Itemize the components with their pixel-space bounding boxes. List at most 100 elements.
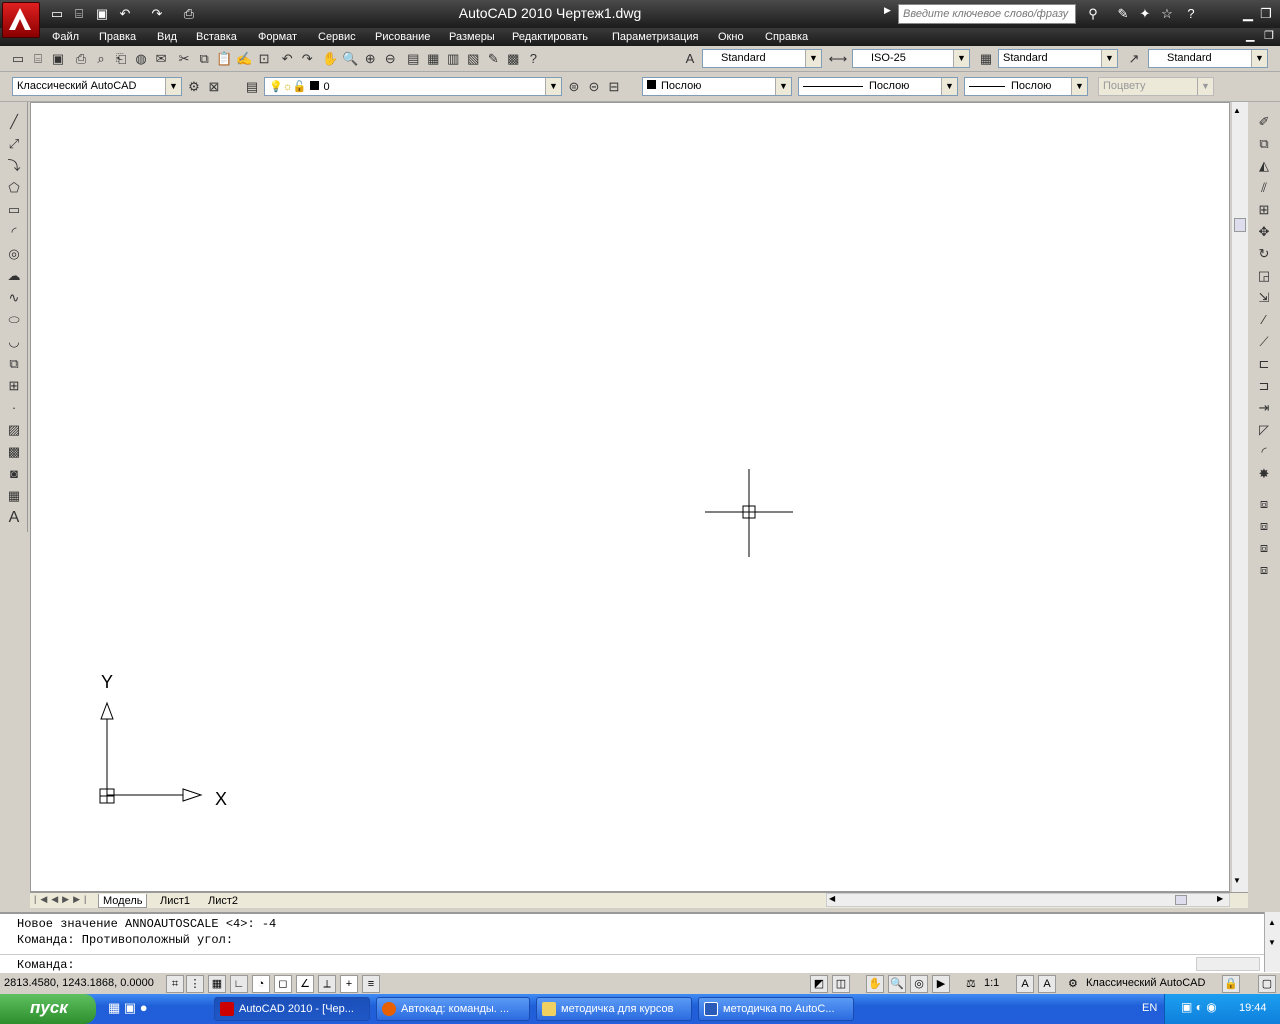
menu-edit[interactable]: Правка	[99, 30, 136, 44]
infer-constraints-toggle[interactable]: ⌗	[166, 975, 184, 993]
fillet-icon[interactable]: ◜	[1254, 442, 1274, 462]
redo-icon[interactable]: ↷	[297, 49, 317, 69]
search-input[interactable]: Введите ключевое слово/фразу	[898, 4, 1076, 24]
draworder-above-icon[interactable]: ⧈	[1254, 538, 1274, 558]
color-select[interactable]: Послою ▼	[642, 77, 792, 96]
zoom-window-icon[interactable]: ⊕	[360, 49, 380, 69]
line-icon[interactable]: ╱	[4, 112, 24, 132]
scroll-left-icon[interactable]: ◀	[829, 894, 835, 903]
break-icon[interactable]: ⊐	[1254, 376, 1274, 396]
join-icon[interactable]: ⇥	[1254, 398, 1274, 418]
help-icon[interactable]: ?	[1180, 4, 1202, 24]
doc-restore-button[interactable]: ❐	[1264, 29, 1274, 42]
make-current-layer-icon[interactable]: ⊜	[564, 77, 584, 97]
osnap-toggle[interactable]: ◻	[274, 975, 292, 993]
coordinates-display[interactable]: 2813.4580, 1243.1868, 0.0000	[4, 977, 154, 989]
make-block-icon[interactable]: ⊞	[4, 376, 24, 396]
linetype-select[interactable]: Послою ▼	[798, 77, 958, 96]
markup-icon[interactable]: ✎	[483, 49, 503, 69]
rotate-icon[interactable]: ↻	[1254, 244, 1274, 264]
otrack-toggle[interactable]: ∠	[296, 975, 314, 993]
menu-insert[interactable]: Вставка	[196, 30, 237, 44]
task-word[interactable]: методичка по AutoC...	[698, 997, 854, 1021]
restore-button[interactable]: ❐	[1258, 4, 1274, 24]
ellipse-icon[interactable]: ⬭	[4, 310, 24, 330]
qnew-icon[interactable]: ▭	[8, 49, 28, 69]
trim-icon[interactable]: ⁄	[1254, 310, 1274, 330]
gradient-icon[interactable]: ▩	[4, 442, 24, 462]
properties-icon[interactable]: ▤	[403, 49, 423, 69]
command-prompt[interactable]: Команда:	[17, 958, 75, 972]
region-icon[interactable]: ◙	[4, 464, 24, 484]
hscroll-thumb[interactable]	[1175, 895, 1187, 905]
task-folder[interactable]: методичка для курсов	[536, 997, 692, 1021]
undo-icon[interactable]: ↶	[116, 5, 134, 23]
quick-launch[interactable]: ▦ ▣ ●	[108, 1000, 148, 1016]
workspace-select[interactable]: Классический AutoCAD ▼	[12, 77, 182, 96]
3d-publish-icon[interactable]: ◍	[131, 49, 151, 69]
communication-icon[interactable]: ✎	[1112, 4, 1134, 24]
menu-view[interactable]: Вид	[157, 30, 177, 44]
dim-style-select[interactable]: ISO-25 ▼	[852, 49, 970, 68]
scroll-up-icon[interactable]: ▲	[1233, 106, 1241, 115]
vertical-scrollbar[interactable]: ▲ ▼	[1231, 102, 1248, 892]
table-style-select[interactable]: Standard ▼	[998, 49, 1118, 68]
save-icon[interactable]: ▣	[48, 49, 68, 69]
workspace-save-icon[interactable]: ⊠	[204, 77, 224, 97]
layer-states-icon[interactable]: ⊟	[604, 77, 624, 97]
toolbar-lock-icon[interactable]: 🔒	[1222, 975, 1240, 993]
erase-icon[interactable]: ✐	[1254, 112, 1274, 132]
layer-select[interactable]: 💡☼🔓 0 ▼	[264, 77, 562, 96]
task-autocad[interactable]: AutoCAD 2010 - [Чер...	[214, 997, 370, 1021]
zoom-icon[interactable]: 🔍	[888, 975, 906, 993]
draworder-front-icon[interactable]: ⧈	[1254, 494, 1274, 514]
polygon-icon[interactable]: ⬠	[4, 178, 24, 198]
sheet-set-icon[interactable]: ▧	[463, 49, 483, 69]
annotation-scale[interactable]: 1:1	[984, 977, 999, 989]
explode-icon[interactable]: ✸	[1254, 464, 1274, 484]
pan-icon[interactable]: ✋	[320, 49, 340, 69]
extend-icon[interactable]: ⟋	[1254, 332, 1274, 352]
preview-icon[interactable]: ⌕	[91, 49, 111, 69]
steering-wheel-icon[interactable]: ◎	[910, 975, 928, 993]
ducs-toggle[interactable]: ⟂	[318, 975, 336, 993]
spline-icon[interactable]: ∿	[4, 288, 24, 308]
save-icon[interactable]: ▣	[93, 5, 111, 23]
publish-icon[interactable]: ⎗	[111, 49, 131, 69]
expand-search-icon[interactable]: ▶	[884, 5, 896, 23]
model-space-icon[interactable]: ◩	[810, 975, 828, 993]
quickcalc-icon[interactable]: ▩	[503, 49, 523, 69]
undo-icon[interactable]: ↶	[277, 49, 297, 69]
autoscale-icon[interactable]: A	[1038, 975, 1056, 993]
menu-modify[interactable]: Редактировать	[512, 30, 588, 44]
minimize-button[interactable]: ▁	[1240, 4, 1256, 24]
dyn-toggle[interactable]: +	[340, 975, 358, 993]
help-icon[interactable]: ?	[523, 49, 543, 69]
draworder-back-icon[interactable]: ⧈	[1254, 516, 1274, 536]
mtext-icon[interactable]: A	[4, 508, 24, 528]
scroll-right-icon[interactable]: ▶	[1217, 894, 1223, 903]
start-button[interactable]: пуск	[0, 994, 96, 1024]
command-scrollbar[interactable]: ▲ ▼	[1264, 912, 1280, 972]
design-center-icon[interactable]: ▦	[423, 49, 443, 69]
chamfer-icon[interactable]: ◸	[1254, 420, 1274, 440]
cut-icon[interactable]: ✂	[174, 49, 194, 69]
matchprop-icon[interactable]: ✍	[234, 49, 254, 69]
open-icon[interactable]: ⌸	[70, 5, 88, 23]
scale-icon[interactable]: ◲	[1254, 266, 1274, 286]
menu-format[interactable]: Формат	[258, 30, 297, 44]
app-menu-button[interactable]	[2, 2, 40, 38]
zoom-realtime-icon[interactable]: 🔍	[340, 49, 360, 69]
offset-icon[interactable]: ⫽	[1254, 178, 1274, 198]
lineweight-toggle[interactable]: ≡	[362, 975, 380, 993]
tab-layout1[interactable]: Лист1	[156, 894, 194, 908]
copy-icon[interactable]: ⧉	[194, 49, 214, 69]
text-style-select[interactable]: Standard ▼	[702, 49, 822, 68]
construction-line-icon[interactable]: ⤢	[4, 134, 24, 154]
binoculars-icon[interactable]: ⚲	[1082, 4, 1104, 24]
mleader-style-select[interactable]: Standard ▼	[1148, 49, 1268, 68]
grid-toggle[interactable]: ▦	[208, 975, 226, 993]
copy-object-icon[interactable]: ⧉	[1254, 134, 1274, 154]
break-at-point-icon[interactable]: ⊏	[1254, 354, 1274, 374]
paste-icon[interactable]: 📋	[214, 49, 234, 69]
